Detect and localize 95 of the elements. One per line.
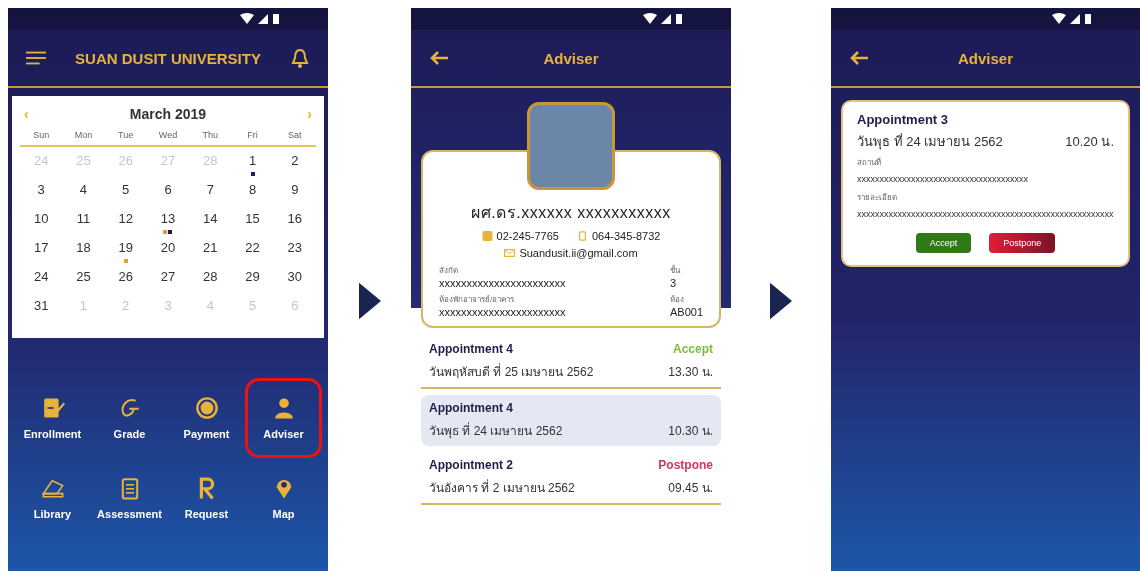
- accept-button[interactable]: Accept: [915, 233, 972, 253]
- calendar-day[interactable]: 10: [33, 208, 49, 230]
- appointment-title: Appointment 4: [429, 342, 513, 356]
- month-title: March 2019: [129, 106, 207, 122]
- field-value: xxxxxxxxxxxxxxxxxxxxxxxxxxxxxxxxxxxxxxxxxxxxxxxxxxxxxxxxx: [857, 207, 1114, 221]
- appointment-title: Appointment 3: [857, 112, 949, 127]
- mobile-number: 064-345-8732: [591, 230, 661, 242]
- calendar-day[interactable]: 26: [118, 266, 133, 288]
- calendar-day[interactable]: 9: [291, 179, 299, 201]
- calendar-day[interactable]: 30: [287, 266, 303, 288]
- appointment-time: 10.20 น.: [1065, 133, 1114, 151]
- appointment-time: 09.45 น.: [668, 480, 713, 497]
- appointment-item[interactable]: Appointment 4 Accept วันพฤหัสบดี ที่ 25 เมษายน 2562 13.30 น.: [421, 336, 721, 389]
- calendar-day[interactable]: 13: [160, 208, 176, 230]
- phone-number: 02-245-7765: [496, 230, 559, 242]
- appointment-time: 10.30 น.: [668, 423, 713, 440]
- calendar-day[interactable]: 7: [206, 179, 214, 201]
- calendar-day[interactable]: 28: [203, 266, 218, 288]
- calendar-day[interactable]: 18: [76, 237, 91, 259]
- calendar-day[interactable]: 8: [248, 179, 257, 201]
- calendar-day[interactable]: 25: [76, 266, 91, 288]
- appointment-title: Appointment 4: [429, 401, 513, 415]
- calendar-day[interactable]: 3: [37, 179, 45, 201]
- appointment-status: Postpone: [658, 458, 713, 472]
- menu-tile[interactable]: Request: [168, 458, 245, 538]
- app-title: SUAN DUSIT UNIVERSITY: [75, 49, 261, 67]
- appointment-date: วันพุธ ที่ 24 เมษายน 2562: [857, 132, 1003, 152]
- calendar-day[interactable]: 20: [160, 237, 176, 259]
- phone-icon: [481, 231, 493, 241]
- menu-tile[interactable]: Grade: [91, 378, 168, 458]
- field-value: AB001: [669, 306, 703, 318]
- calendar-day[interactable]: 31: [33, 295, 49, 317]
- appointment-item[interactable]: Appointment 2 Postpone วันอังคาร ที่ 2 เมษายน 2562 09.45 น.: [421, 452, 721, 505]
- menu-tile[interactable]: Payment: [168, 378, 245, 458]
- envelope-icon: [504, 248, 516, 258]
- calendar-day[interactable]: 15: [245, 208, 260, 230]
- calendar-day[interactable]: 24: [33, 266, 49, 288]
- field-label: ชั้น: [669, 264, 682, 277]
- appointment-time: 13.30 น.: [668, 364, 713, 381]
- calendar-day[interactable]: 4: [79, 179, 88, 201]
- calendar-day[interactable]: 12: [118, 208, 133, 230]
- field-value: xxxxxxxxxxxxxxxxxxxxxxx: [439, 306, 567, 318]
- calendar-day[interactable]: 29: [245, 266, 260, 288]
- email-address: Suandusit.ii@gmail.com: [519, 247, 638, 259]
- notification-bell-icon[interactable]: [290, 48, 310, 68]
- mobile-phone-icon: [576, 231, 588, 241]
- calendar-day[interactable]: 2: [291, 150, 299, 172]
- calendar-day[interactable]: 22: [245, 237, 260, 259]
- calendar-day[interactable]: 14: [203, 208, 218, 230]
- calendar-day[interactable]: 27: [160, 266, 176, 288]
- calendar-day[interactable]: 16: [287, 208, 303, 230]
- appointment-date: วันพฤหัสบดี ที่ 25 เมษายน 2562: [429, 362, 594, 381]
- screen-title: Adviser: [958, 49, 1013, 67]
- calendar-day[interactable]: 17: [33, 237, 49, 259]
- field-label: สังกัด: [439, 265, 459, 277]
- adviser-name: ผศ.ดร.xxxxxx xxxxxxxxxxx: [471, 203, 671, 223]
- postpone-button[interactable]: Postpone: [989, 233, 1056, 253]
- menu-tile[interactable]: Assessment: [91, 458, 168, 538]
- weekday-label: Sat: [287, 130, 303, 140]
- menu-tile[interactable]: Library: [14, 458, 91, 538]
- menu-tile[interactable]: Map: [245, 458, 322, 538]
- calendar-day[interactable]: 19: [118, 237, 133, 259]
- calendar-day[interactable]: 5: [122, 179, 130, 201]
- right-arrow-icon: [770, 281, 792, 320]
- weekday-label: Fri: [246, 130, 259, 140]
- weekday-label: Sun: [32, 130, 51, 140]
- coin-icon: [194, 396, 219, 420]
- weekday-label: Wed: [157, 130, 179, 140]
- appointment-status: Accept: [673, 342, 713, 356]
- right-arrow-icon: [358, 281, 381, 320]
- calendar-day[interactable]: 23: [287, 237, 303, 259]
- calendar-day[interactable]: 11: [76, 208, 91, 230]
- back-arrow-icon[interactable]: [849, 50, 869, 66]
- appointment-date: วันอังคาร ที่ 2 เมษายน 2562: [429, 478, 575, 497]
- appointment-date: วันพุธ ที่ 24 เมษายน 2562: [429, 421, 563, 440]
- appointment-item[interactable]: Appointment 4 วันพุธ ที่ 24 เมษายน 2562 10.30 น.: [421, 395, 721, 446]
- field-value: 3: [669, 277, 678, 289]
- field-label: ห้อง: [669, 294, 685, 306]
- calendar-day[interactable]: 6: [164, 179, 172, 201]
- field-value: xxxxxxxxxxxxxxxxxxxxxxxxxxxxxxxxxxxxxx: [857, 173, 1029, 186]
- field-label: ห้องพักอาจารย์/อาคาร: [439, 294, 516, 306]
- menu-tile[interactable]: Enrollment: [14, 378, 91, 458]
- appointment-title: Appointment 2: [429, 458, 513, 472]
- menu-icon[interactable]: [26, 50, 46, 66]
- calendar-day[interactable]: 21: [203, 237, 218, 259]
- menu-tile[interactable]: Adviser: [245, 378, 322, 458]
- weekday-label: Mon: [73, 130, 94, 140]
- screen-title: Adviser: [543, 49, 599, 67]
- back-arrow-icon[interactable]: [429, 50, 449, 66]
- calendar-day[interactable]: 1: [248, 150, 257, 172]
- field-label: รายละเอียด: [857, 191, 898, 204]
- field-value: xxxxxxxxxxxxxxxxxxxxxxx: [439, 277, 567, 289]
- weekday-label: Tue: [117, 130, 135, 140]
- weekday-label: Thu: [201, 130, 220, 140]
- field-label: สถานที่: [857, 156, 882, 169]
